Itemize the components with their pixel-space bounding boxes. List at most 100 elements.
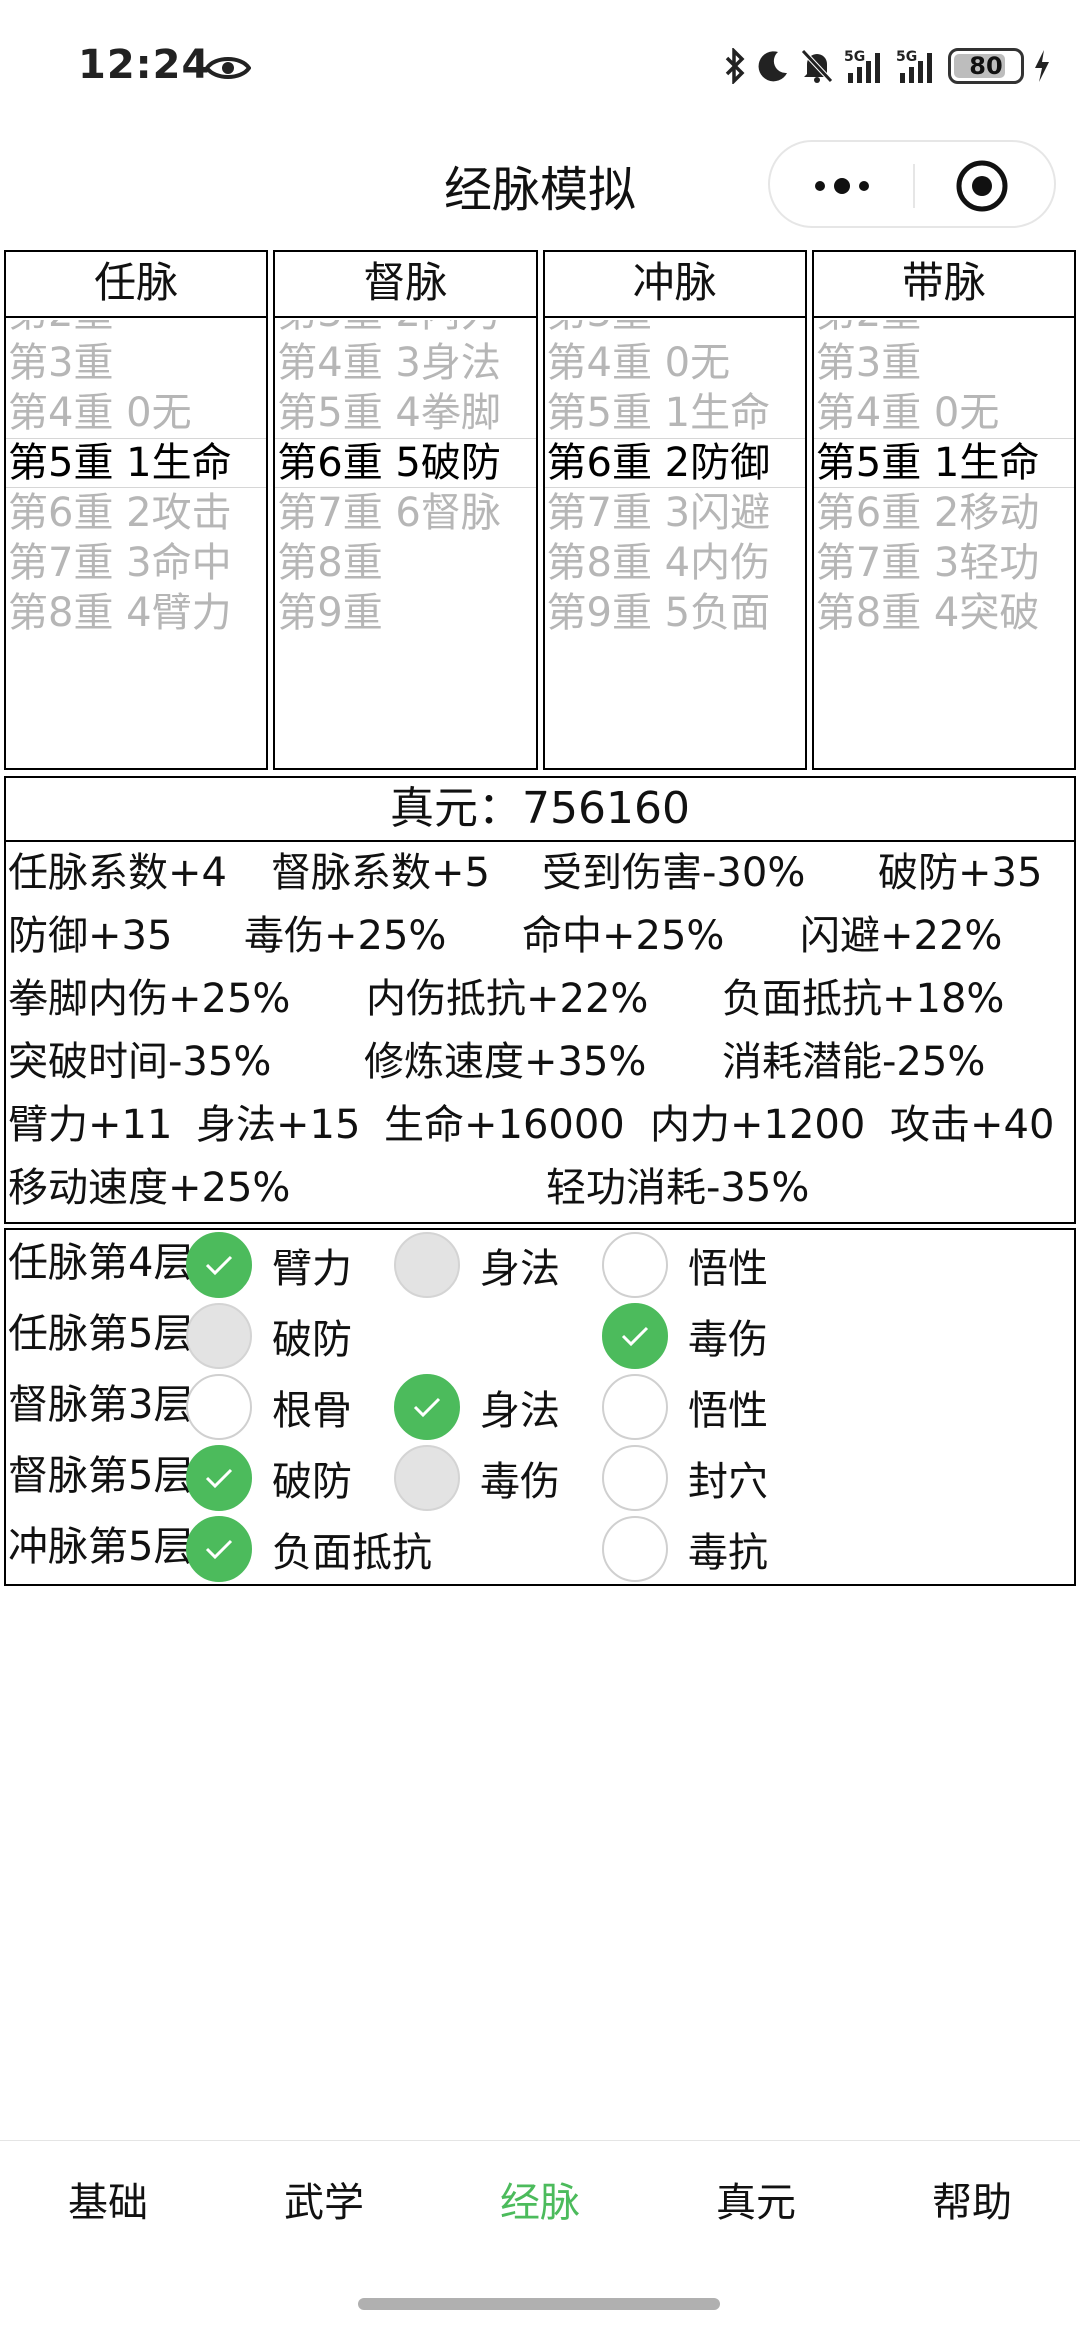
option-choice[interactable]: 悟性 [602, 1232, 768, 1298]
picker-item[interactable]: 第2重 [816, 320, 1074, 338]
checkbox[interactable] [602, 1374, 668, 1440]
checkmark-icon [413, 1397, 441, 1418]
picker-item-selected[interactable]: 第5重 1生命 [8, 438, 266, 488]
picker-wheel[interactable]: 第3重 2内力第4重 3身法第5重 4拳脚第6重 5破防第7重 6督脉第8重第9… [275, 320, 536, 768]
picker-wheel[interactable]: 第3重第4重 0无第5重 1生命第6重 2防御第7重 3闪避第8重 4内伤第9重… [544, 320, 805, 768]
picker-item[interactable]: 第7重 3命中 [8, 538, 266, 588]
mute-bell-icon [801, 49, 833, 83]
picker-item[interactable]: 第7重 6督脉 [277, 488, 535, 538]
option-choice[interactable]: 悟性 [602, 1374, 768, 1440]
tab-1[interactable]: 武学 [216, 2141, 432, 2270]
tab-2[interactable]: 经脉 [432, 2141, 648, 2270]
picker-column[interactable]: 冲脉第3重第4重 0无第5重 1生命第6重 2防御第7重 3闪避第8重 4内伤第… [542, 250, 807, 770]
picker-item[interactable]: 第7重 3轻功 [816, 538, 1074, 588]
option-choice[interactable]: 臂力 [186, 1232, 352, 1298]
close-target-icon[interactable] [954, 158, 1010, 214]
stat-item: 受到伤害-30% [542, 850, 806, 896]
checkbox[interactable] [602, 1445, 668, 1511]
picker-column[interactable]: 带脉第2重第3重第4重 0无第5重 1生命第6重 2移动第7重 3轻功第8重 4… [811, 250, 1076, 770]
title-bar: 经脉模拟 [0, 130, 1080, 240]
picker-item[interactable]: 第3重 2内力 [277, 320, 535, 338]
picker-item-selected[interactable]: 第5重 1生命 [816, 438, 1074, 488]
stat-item: 防御+35 [8, 913, 173, 959]
checkbox[interactable] [602, 1232, 668, 1298]
stat-item: 内伤抵抗+22% [366, 976, 649, 1022]
picker-item[interactable]: 第8重 4臂力 [8, 588, 266, 638]
option-choice[interactable]: 破防 [186, 1445, 352, 1511]
picker-item[interactable]: 第9重 [277, 588, 535, 638]
picker-header: 督脉 [275, 252, 536, 318]
checkbox-checked[interactable] [186, 1232, 252, 1298]
eye-icon [205, 57, 251, 79]
option-choice[interactable]: 根骨 [186, 1374, 352, 1440]
option-label: 任脉第5层: [8, 1311, 207, 1357]
stat-row: 拳脚内伤+25% 内伤抵抗+22% 负面抵抗+18% [6, 968, 1074, 1031]
option-choice[interactable]: 毒伤 [602, 1303, 768, 1369]
picker-column[interactable]: 督脉第3重 2内力第4重 3身法第5重 4拳脚第6重 5破防第7重 6督脉第8重… [273, 250, 538, 770]
picker-item[interactable]: 第8重 4内伤 [547, 538, 805, 588]
checkmark-icon [205, 1468, 233, 1489]
picker-item[interactable]: 第4重 0无 [8, 388, 266, 438]
tab-4[interactable]: 帮助 [864, 2141, 1080, 2270]
picker-item[interactable]: 第5重 1生命 [547, 388, 805, 438]
option-choice[interactable]: 身法 [394, 1374, 560, 1440]
picker-item-selected[interactable]: 第6重 5破防 [277, 438, 535, 488]
picker-item[interactable]: 第8重 [277, 538, 535, 588]
picker-item[interactable]: 第3重 [816, 338, 1074, 388]
option-text: 根骨 [272, 1388, 352, 1434]
stat-item: 攻击+40 [890, 1102, 1055, 1148]
capsule-divider [913, 164, 915, 208]
option-choice[interactable]: 封穴 [602, 1445, 768, 1511]
stat-item: 移动速度+25% [8, 1165, 291, 1211]
option-row: 任脉第5层: 破防 毒伤 [6, 1301, 1074, 1372]
option-choice[interactable]: 负面抵抗 [186, 1516, 432, 1582]
picker-column[interactable]: 任脉第2重第3重第4重 0无第5重 1生命第6重 2攻击第7重 3命中第8重 4… [4, 250, 269, 770]
picker-item[interactable]: 第3重 [8, 338, 266, 388]
picker-item[interactable]: 第4重 0无 [547, 338, 805, 388]
picker-item-selected[interactable]: 第6重 2防御 [547, 438, 805, 488]
picker-item[interactable]: 第6重 2攻击 [8, 488, 266, 538]
option-text: 悟性 [688, 1388, 768, 1434]
stat-item: 拳脚内伤+25% [8, 976, 291, 1022]
stat-item: 修炼速度+35% [364, 1039, 647, 1085]
option-choice[interactable]: 毒抗 [602, 1516, 768, 1582]
checkbox-checked[interactable] [186, 1516, 252, 1582]
tab-0[interactable]: 基础 [0, 2141, 216, 2270]
bottom-tab-bar: 基础 武学 经脉 真元 帮助 [0, 2140, 1080, 2270]
stat-row: 臂力+11 身法+15 生命+16000 内力+1200 攻击+40 [6, 1094, 1074, 1157]
option-row: 冲脉第5层: 负面抵抗 毒抗 [6, 1514, 1074, 1585]
picker-item[interactable]: 第4重 0无 [816, 388, 1074, 438]
status-icons: 5G 5G 80 [724, 44, 1050, 88]
checkbox-checked[interactable] [602, 1303, 668, 1369]
home-indicator[interactable] [358, 2298, 720, 2310]
network-label-2: 5G [896, 49, 917, 65]
battery-level: 80 [969, 52, 1003, 80]
option-panel: 任脉第4层: 臂力 身法 悟性 任脉第5层: 破防 毒伤 督脉第3层: 根骨 身法 悟性 督脉第5层:… [4, 1228, 1076, 1586]
signal-5g-icon: 5G [844, 49, 880, 83]
picker-item[interactable]: 第5重 4拳脚 [277, 388, 535, 438]
tab-3[interactable]: 真元 [648, 2141, 864, 2270]
picker-item[interactable]: 第3重 [547, 320, 805, 338]
stat-item: 轻功消耗-35% [546, 1165, 810, 1211]
picker-item[interactable]: 第6重 2移动 [816, 488, 1074, 538]
picker-item[interactable]: 第8重 4突破 [816, 588, 1074, 638]
picker-wheel[interactable]: 第2重第3重第4重 0无第5重 1生命第6重 2攻击第7重 3命中第8重 4臂力 [6, 320, 267, 768]
picker-item[interactable]: 第7重 3闪避 [547, 488, 805, 538]
picker-item[interactable]: 第4重 3身法 [277, 338, 535, 388]
checkbox[interactable] [186, 1374, 252, 1440]
moon-icon [758, 51, 787, 82]
option-label: 任脉第4层: [8, 1240, 207, 1286]
picker-wheel[interactable]: 第2重第3重第4重 0无第5重 1生命第6重 2移动第7重 3轻功第8重 4突破 [813, 320, 1074, 768]
option-text: 负面抵抗 [272, 1530, 432, 1576]
zhenyuan-total: 真元：756160 [6, 778, 1074, 842]
checkbox-checked[interactable] [394, 1374, 460, 1440]
stat-item: 消耗潜能-25% [722, 1039, 986, 1085]
checkbox-checked[interactable] [186, 1445, 252, 1511]
stats-panel: 真元：756160 任脉系数+4 督脉系数+5 受到伤害-30% 破防+35 防… [4, 776, 1076, 1224]
more-icon[interactable] [810, 170, 874, 202]
checkbox[interactable] [602, 1516, 668, 1582]
picker-item[interactable]: 第9重 5负面 [547, 588, 805, 638]
option-text: 身法 [480, 1388, 560, 1434]
option-text: 毒伤 [480, 1459, 560, 1505]
picker-item[interactable]: 第2重 [8, 320, 266, 338]
